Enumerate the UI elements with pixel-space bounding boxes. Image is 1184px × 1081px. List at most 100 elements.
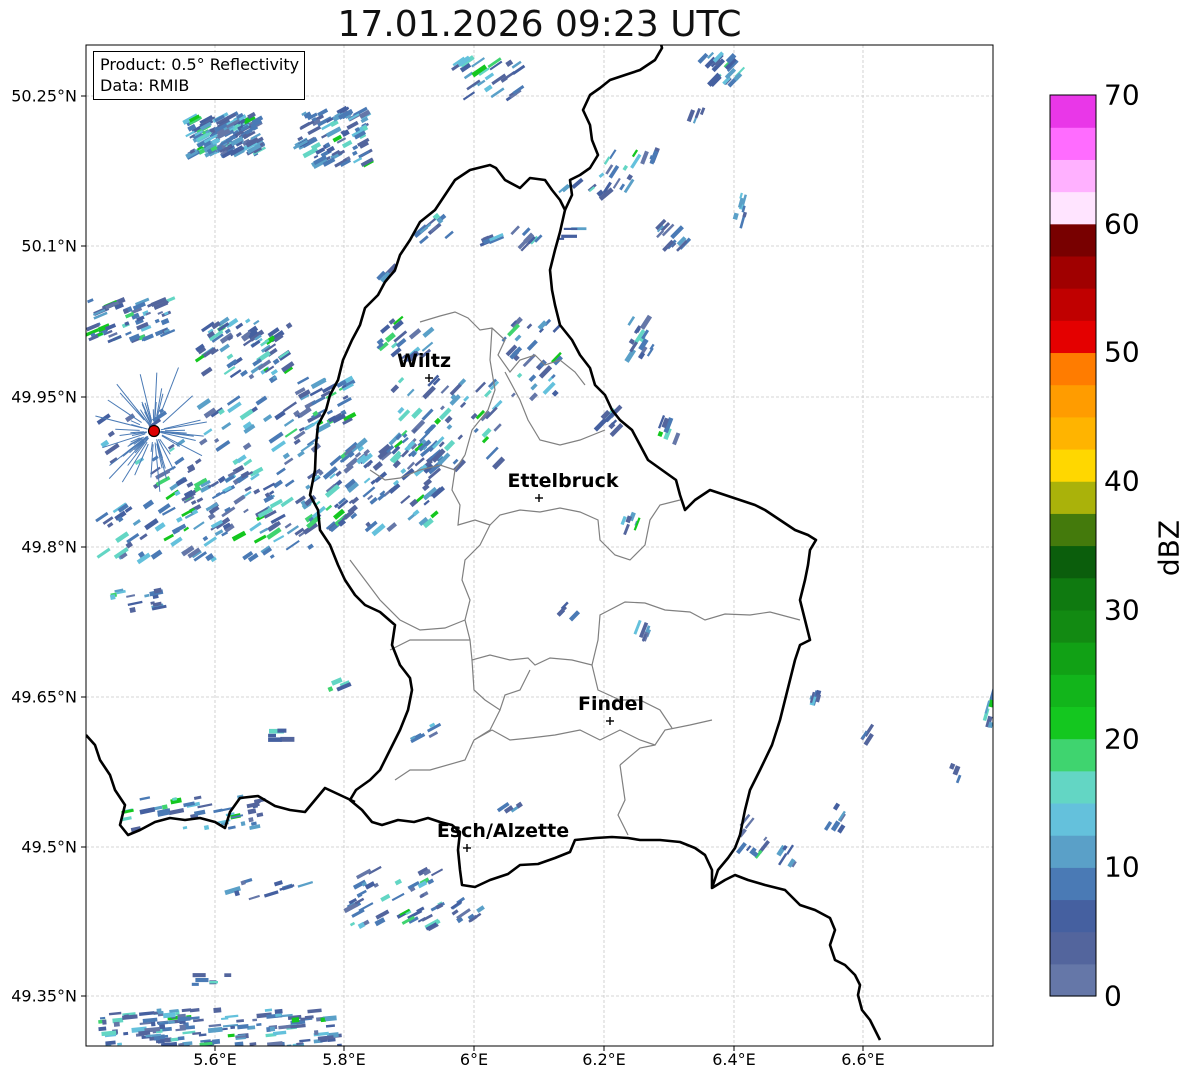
radar-echo (150, 1021, 156, 1027)
radar-echo (242, 442, 252, 451)
radar-echo (98, 1026, 107, 1032)
radar-echo (213, 808, 223, 814)
radar-echo (349, 921, 356, 927)
radar-echo (484, 389, 492, 398)
radar-echo (200, 366, 213, 377)
radar-echo (291, 1017, 300, 1023)
radar-echo (177, 1036, 185, 1041)
radar-echo (282, 452, 290, 460)
radar-echo (358, 150, 370, 158)
radar-echo (86, 298, 94, 304)
radar-echo (481, 427, 492, 438)
radar-echo (686, 109, 696, 123)
radar-echo (619, 183, 626, 191)
radar-echo (400, 468, 407, 475)
radar-echo (142, 499, 155, 510)
radar-echo (156, 1008, 162, 1013)
radar-echo (490, 87, 505, 99)
radar-echo (367, 494, 374, 501)
radar-echo (786, 844, 794, 855)
radar-echo (249, 521, 262, 532)
radar-echo (307, 125, 322, 136)
radar-echo (186, 464, 196, 472)
radar-echo (263, 890, 279, 898)
radar-echo (630, 153, 642, 169)
radar-echo (421, 408, 434, 421)
radar-echo (196, 398, 212, 411)
radar-echo (481, 436, 490, 444)
radar-echo (284, 522, 292, 529)
radar-echo (326, 409, 334, 415)
radar-echo (269, 554, 275, 559)
radar-echo (219, 343, 230, 353)
radar-echo (298, 406, 312, 418)
radar-echo (247, 808, 257, 815)
radar-echo (253, 488, 261, 495)
radar-echo (170, 1037, 179, 1042)
radar-echo (452, 458, 459, 465)
colorbar-segment (1050, 545, 1096, 579)
radar-echo (739, 215, 746, 229)
colorbar-segment (1050, 384, 1096, 418)
radar-echo (270, 368, 278, 376)
radar-echo (514, 334, 522, 342)
radar-echo (408, 328, 422, 340)
radar-echo (551, 389, 559, 397)
radar-echo (406, 388, 415, 397)
radar-echo (127, 600, 143, 606)
radar-echo (763, 836, 768, 842)
radar-echo (351, 908, 365, 918)
radar-echo (268, 737, 282, 742)
colorbar-segment (1050, 609, 1096, 643)
radar-echo (309, 387, 324, 397)
lon-tick-label: 5.6°E (193, 1050, 237, 1069)
radar-echo (510, 225, 520, 236)
radar-echo (443, 439, 456, 452)
radar-echo (351, 150, 358, 156)
radar-echo (307, 543, 314, 550)
radar-clutter-spoke (162, 395, 193, 424)
radar-echo (955, 774, 962, 784)
radar-echo (414, 457, 425, 467)
colorbar-segment (1050, 513, 1096, 547)
radar-echo (473, 427, 479, 434)
radar-clutter-spoke (161, 434, 203, 457)
radar-echo (300, 1017, 306, 1021)
radar-echo (391, 892, 405, 902)
radar-echo (195, 978, 209, 983)
radar-echo (227, 825, 236, 830)
colorbar-tick-label: 0 (1104, 979, 1122, 1013)
radar-site-marker (147, 424, 161, 438)
radar-echo (297, 376, 310, 385)
radar-echo (108, 1011, 122, 1016)
radar-echo (274, 410, 286, 421)
radar-echo (102, 1019, 107, 1025)
radar-echo (380, 893, 391, 902)
radar-echo (732, 212, 739, 220)
radar-echo (386, 522, 398, 532)
city-label-wiltz: Wiltz (396, 350, 452, 372)
radar-echo (293, 430, 306, 441)
radar-echo (193, 809, 206, 817)
radar-echo (268, 431, 284, 444)
radar-echo (273, 880, 283, 887)
colorbar-tick-label: 20 (1104, 722, 1140, 756)
radar-echo (411, 419, 426, 434)
radar-echo (284, 479, 295, 488)
colorbar-tick-label: 70 (1104, 78, 1140, 112)
radar-echoes (86, 51, 993, 1046)
radar-echo (457, 434, 464, 441)
radar-echo (374, 917, 386, 927)
radar-echo (99, 1016, 106, 1020)
radar-echo (949, 762, 956, 770)
radar-echo (362, 486, 376, 498)
radar-echo (293, 438, 301, 446)
radar-echo (272, 358, 280, 365)
radar-echo (221, 421, 232, 431)
radar-echo (623, 523, 630, 536)
canton-boundaries (349, 311, 801, 836)
radar-echo (304, 1015, 314, 1020)
radar-echo (327, 686, 334, 692)
radar-echo (411, 407, 423, 419)
lat-tick-label: 49.35°N (11, 986, 77, 1006)
